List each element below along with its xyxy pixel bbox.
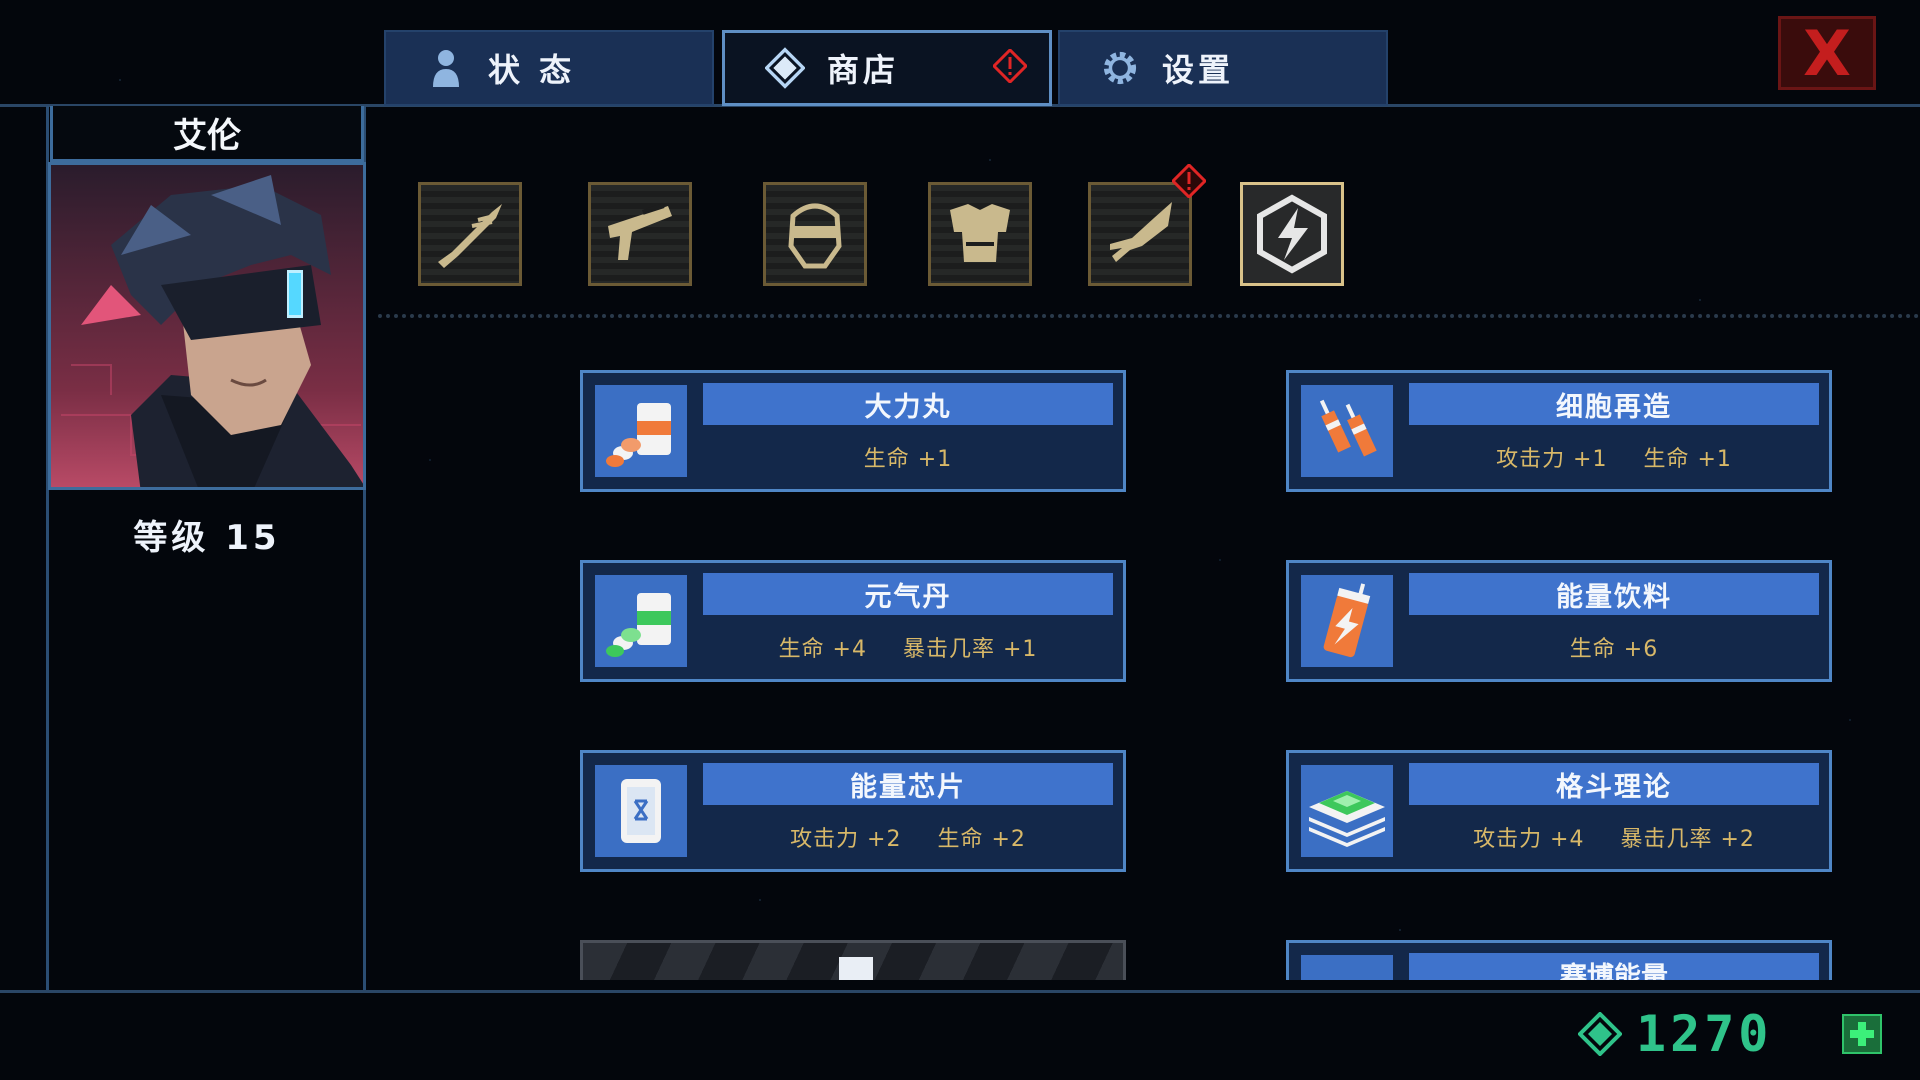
close-button[interactable]: X — [1778, 16, 1876, 90]
currency-display: 1270 — [1578, 1005, 1773, 1063]
energy-drink-icon — [1301, 575, 1393, 667]
character-name: 艾伦 — [50, 106, 364, 162]
item-stat: 攻击力 +1 — [1496, 447, 1608, 472]
shop-item[interactable]: 细胞再造 攻击力 +1 生命 +1 — [1286, 370, 1832, 492]
item-name: 大力丸 — [703, 383, 1113, 425]
shop-item[interactable]: 格斗理论 攻击力 +4 暴击几率 +2 — [1286, 750, 1832, 872]
helmet-icon — [788, 203, 842, 269]
item-thumbnail — [1301, 955, 1393, 980]
book-stack-icon — [1301, 765, 1393, 857]
tab-shop[interactable]: 商店 — [722, 30, 1052, 106]
locked-item[interactable] — [580, 940, 1126, 983]
item-stats: 生命 +6 — [1409, 627, 1819, 667]
item-stat: 攻击力 +2 — [790, 827, 902, 852]
character-portrait — [48, 162, 366, 490]
item-stat: 生命 +1 — [1643, 447, 1732, 472]
shop-item[interactable]: 能量饮料 生命 +6 — [1286, 560, 1832, 682]
item-name: 能量芯片 — [703, 763, 1113, 805]
gun-icon — [608, 203, 672, 260]
tab-settings-label: 设置 — [1162, 51, 1235, 89]
item-stats: 攻击力 +2 生命 +2 — [703, 817, 1113, 857]
alert-icon — [1172, 164, 1206, 198]
green-pill-jar-icon — [595, 575, 687, 667]
diamond-currency-icon — [1578, 1012, 1622, 1056]
plus-icon — [1850, 1022, 1874, 1046]
item-name: 细胞再造 — [1409, 383, 1819, 425]
item-stats: 攻击力 +4 暴击几率 +2 — [1409, 817, 1819, 857]
item-name: 格斗理论 — [1409, 763, 1819, 805]
item-stat: 暴击几率 +2 — [1620, 827, 1755, 852]
shop-item[interactable]: 能量芯片 攻击力 +2 生命 +2 — [580, 750, 1126, 872]
category-helmet[interactable] — [763, 182, 867, 286]
item-stat: 暴击几率 +1 — [903, 637, 1038, 662]
person-icon — [426, 48, 466, 88]
item-name: 能量饮料 — [1409, 573, 1819, 615]
alert-icon — [993, 49, 1027, 83]
tab-settings[interactable]: 设置 — [1058, 30, 1388, 106]
diamond-icon — [765, 47, 805, 89]
add-currency-button[interactable] — [1842, 1014, 1882, 1054]
category-armor[interactable] — [928, 182, 1032, 286]
shop-item[interactable]: 赛博能量 — [1286, 940, 1832, 980]
lightning-icon — [1257, 194, 1327, 274]
blade-weapon-icon — [438, 204, 502, 268]
item-stats: 攻击力 +1 生命 +1 — [1409, 437, 1819, 477]
item-name: 赛博能量 — [1409, 953, 1819, 980]
currency-value: 1270 — [1636, 1005, 1773, 1063]
shop-item[interactable]: 大力丸 生命 +1 — [580, 370, 1126, 492]
item-stat: 生命 +6 — [1569, 637, 1659, 662]
scroll-mask — [370, 980, 1920, 986]
chip-icon — [595, 765, 687, 857]
tab-status[interactable]: 状 态 — [384, 30, 714, 106]
item-stats: 生命 +1 — [703, 437, 1113, 477]
syringe-icon — [1301, 385, 1393, 477]
gear-icon — [1100, 48, 1140, 88]
character-level: 等级 15 — [133, 518, 281, 558]
tab-status-label: 状 态 — [488, 51, 576, 89]
item-stat: 生命 +1 — [863, 447, 953, 472]
category-blade-weapon[interactable] — [418, 182, 522, 286]
divider — [378, 314, 1920, 318]
item-stat: 生命 +4 — [778, 637, 867, 662]
category-gun[interactable] — [588, 182, 692, 286]
shop-item[interactable]: 元气丹 生命 +4 暴击几率 +1 — [580, 560, 1126, 682]
armor-icon — [950, 204, 1010, 262]
category-lightning[interactable] — [1240, 182, 1344, 286]
tab-shop-label: 商店 — [827, 51, 900, 89]
item-name: 元气丹 — [703, 573, 1113, 615]
mech-arm-icon — [1110, 202, 1172, 262]
pill-jar-icon — [595, 385, 687, 477]
item-stat: 生命 +2 — [937, 827, 1026, 852]
item-stat: 攻击力 +4 — [1473, 827, 1585, 852]
item-stats: 生命 +4 暴击几率 +1 — [703, 627, 1113, 667]
